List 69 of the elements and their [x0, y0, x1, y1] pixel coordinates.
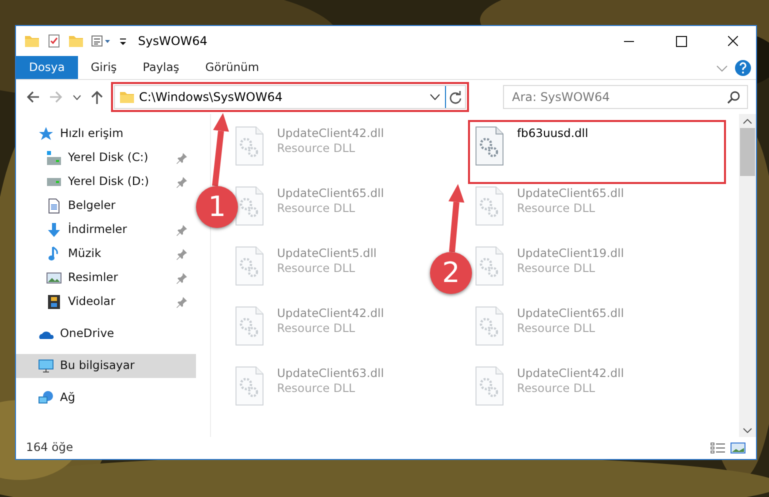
pin-icon[interactable] [176, 248, 188, 260]
pin-icon[interactable] [176, 152, 188, 164]
computer-icon [38, 358, 54, 374]
document-icon [46, 198, 62, 214]
file-type: Resource DLL [517, 321, 596, 336]
checklist-icon[interactable] [46, 33, 62, 49]
forward-arrow-icon [50, 91, 63, 103]
chevron-icon [73, 94, 81, 100]
sidebar-item[interactable]: Belgeler [16, 194, 196, 218]
sidebar-item[interactable]: Hızlı erişim [16, 122, 196, 146]
pin-icon[interactable] [176, 296, 188, 308]
ribbon-tab[interactable]: Paylaş [130, 56, 192, 79]
folder-icon [119, 89, 135, 105]
close-icon [728, 36, 738, 46]
sidebar-item[interactable]: OneDrive [16, 322, 196, 346]
address-field[interactable]: C:\Windows\SysWOW64 [114, 85, 466, 109]
file-name[interactable]: fb63uusd.dll [517, 126, 588, 141]
file-type: Resource DLL [277, 261, 356, 276]
file-type: Resource DLL [517, 261, 596, 276]
pin-icon[interactable] [176, 224, 188, 236]
file-type: Resource DLL [517, 201, 596, 216]
scroll-up-icon [743, 118, 752, 124]
folder-icon[interactable] [68, 33, 84, 49]
step-number: 2 [430, 252, 472, 294]
search-icon [727, 90, 741, 104]
recent-dropdown[interactable] [70, 94, 84, 100]
refresh-icon [449, 90, 462, 104]
scrollbar[interactable] [739, 114, 756, 437]
sidebar-item[interactable]: Videolar [16, 290, 196, 314]
download-icon [46, 222, 62, 238]
large-icons-view-icon[interactable] [730, 441, 746, 455]
file-type: Resource DLL [277, 141, 356, 156]
star-icon [38, 126, 54, 142]
scroll-down-icon [743, 428, 752, 432]
back-arrow-icon [27, 91, 40, 103]
scrollbar-thumb[interactable] [740, 128, 755, 176]
film-icon [46, 294, 62, 310]
pin-icon[interactable] [176, 272, 188, 284]
pin-icon[interactable] [176, 176, 188, 188]
search-box[interactable]: Ara: SysWOW64 [503, 85, 748, 109]
details-view-icon[interactable] [710, 441, 726, 455]
chevron-icon[interactable] [430, 94, 440, 100]
ribbon-tab[interactable]: Giriş [78, 56, 130, 79]
step-number: 1 [196, 186, 238, 228]
item-count: 164 öğe [26, 439, 74, 456]
window-title: SysWOW64 [138, 33, 208, 50]
sidebar-item[interactable]: Müzik [16, 242, 196, 266]
ribbon-tab[interactable]: Görünüm [192, 56, 272, 79]
file-type: Resource DLL [517, 381, 596, 396]
sidebar-item[interactable]: Bu bilgisayar [16, 354, 196, 378]
ribbon-tab[interactable]: Dosya [16, 56, 78, 79]
sidebar-item[interactable]: Resimler [16, 266, 196, 290]
sidebar-item[interactable]: Yerel Disk (D:) [16, 170, 196, 194]
minimize-icon [624, 40, 634, 42]
sidebar-item[interactable]: İndirmeler [16, 218, 196, 242]
sidebar-item[interactable]: Yerel Disk (C:) [16, 146, 196, 170]
sidebar-item[interactable]: Ağ [16, 386, 196, 410]
network-icon [38, 390, 54, 406]
maximize-icon [676, 36, 686, 46]
properties-icon[interactable] [90, 33, 112, 49]
pictures-icon [46, 270, 62, 286]
folder-icon[interactable] [24, 33, 40, 49]
annotation-arrow [448, 184, 464, 252]
drive-icon [46, 150, 62, 166]
up-arrow-icon [91, 90, 103, 104]
file-type: Resource DLL [277, 381, 356, 396]
file-type: Resource DLL [277, 321, 356, 336]
dll-file-icon[interactable] [474, 126, 505, 166]
file-type: Resource DLL [277, 201, 356, 216]
